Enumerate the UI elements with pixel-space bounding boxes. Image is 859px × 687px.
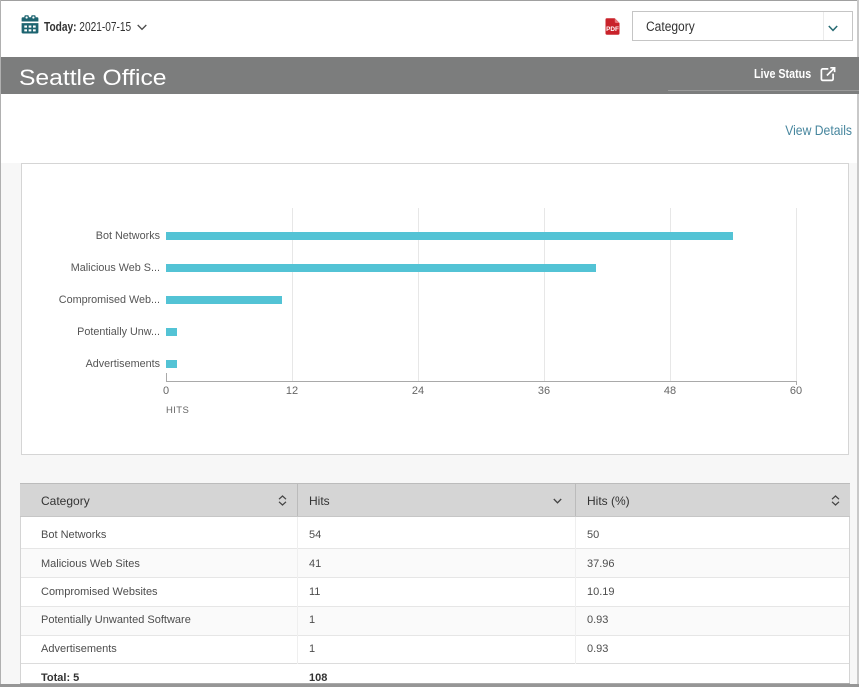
- svg-text:PDF: PDF: [606, 26, 619, 33]
